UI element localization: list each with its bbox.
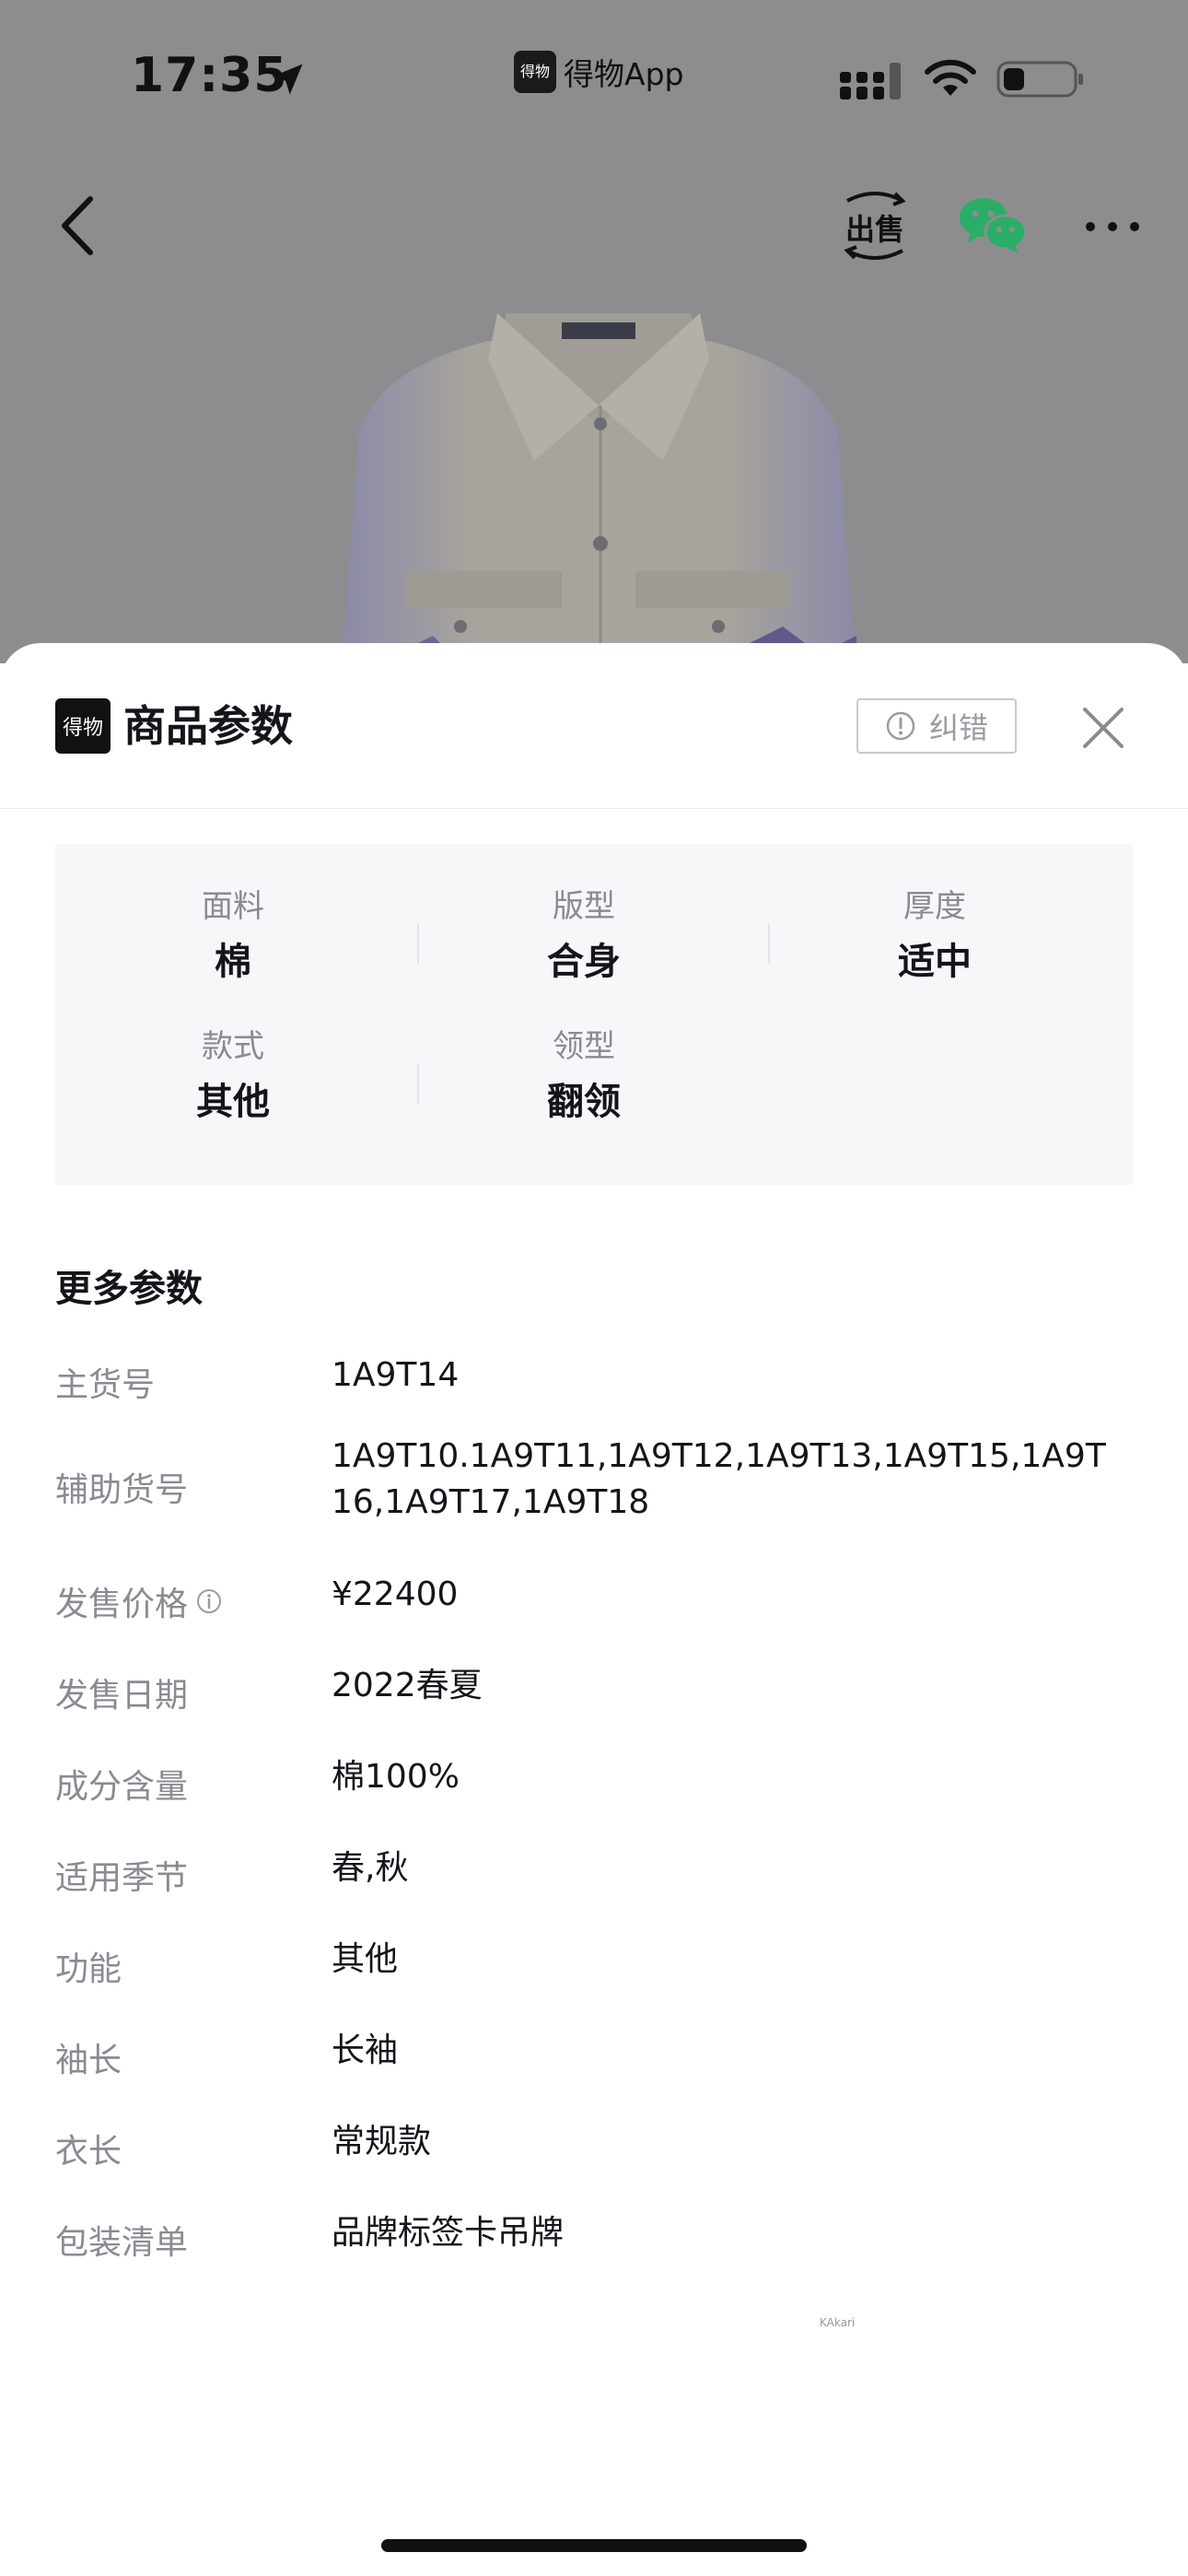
dewu-logo-icon: 得物 (55, 698, 111, 754)
param-label: 包装清单 (55, 2224, 189, 2262)
attribute-value: 翻领 (547, 1081, 621, 1123)
param-label: 袖长 (55, 2042, 122, 2079)
battery-icon (996, 61, 1083, 98)
param-value: 2022春夏 (332, 1667, 483, 1704)
attribute-value: 适中 (898, 941, 972, 983)
attribute-item: 领型 翻领 (408, 1025, 760, 1130)
more-options-icon[interactable] (1085, 221, 1140, 232)
param-value: 品牌标签卡吊牌 (332, 2214, 565, 2252)
attribute-value: 其他 (196, 1081, 270, 1123)
param-label: 衣长 (55, 2133, 122, 2171)
app-logo-icon: 得物 (514, 51, 556, 93)
attribute-label: 版型 (553, 888, 615, 925)
attribute-label: 领型 (553, 1028, 615, 1065)
param-value: 1A9T14 (332, 1356, 460, 1394)
param-value: 长袖 (332, 2032, 399, 2069)
alert-circle-icon (886, 711, 915, 741)
param-label: 适用季节 (55, 1859, 189, 1897)
param-label: 辅助货号 (55, 1471, 189, 1509)
sell-label: 出售 (844, 212, 904, 247)
attribute-item: 版型 合身 (408, 884, 760, 989)
sheet-title: 商品参数 (123, 701, 293, 751)
product-params-sheet: 得物 商品参数 纠错 面料 棉 版型 合身 厚度 适中 款式 其他 领型 翻领 … (0, 643, 1188, 2576)
more-params-title: 更多参数 (55, 1268, 203, 1310)
param-value: 棉100% (332, 1758, 460, 1796)
param-value: 其他 (332, 1940, 399, 1978)
watermark-text: KAkari (820, 2316, 856, 2329)
param-label: 成分含量 (55, 1768, 189, 1806)
sheet-header: 得物 商品参数 纠错 (0, 643, 1188, 809)
attribute-label: 厚度 (903, 888, 966, 925)
param-label[interactable]: 发售价格 (55, 1577, 223, 1625)
wifi-icon (925, 59, 976, 96)
attribute-label: 款式 (202, 1028, 264, 1065)
attribute-item: 款式 其他 (57, 1025, 409, 1130)
close-icon[interactable] (1079, 704, 1127, 752)
param-label: 主货号 (55, 1366, 156, 1404)
home-indicator[interactable] (381, 2539, 807, 2552)
top-bar: 出售 (0, 175, 1188, 276)
param-value: ¥22400 (332, 1575, 459, 1613)
info-icon[interactable] (195, 1587, 223, 1615)
report-error-label: 纠错 (928, 710, 988, 745)
product-image (342, 313, 856, 663)
param-label: 发售日期 (55, 1677, 189, 1715)
location-arrow-icon (272, 64, 303, 95)
app-name: 得物App (564, 56, 684, 92)
attribute-label: 面料 (202, 888, 264, 925)
attribute-value: 棉 (215, 941, 251, 983)
sell-button[interactable]: 出售 (838, 184, 912, 267)
attribute-value: 合身 (547, 941, 621, 983)
dimmed-backdrop[interactable]: 17:35 得物 得物App 出售 (0, 0, 1188, 663)
wechat-share-icon[interactable] (958, 195, 1028, 254)
cellular-signal-icon (840, 63, 901, 100)
status-time: 17:35 (131, 48, 288, 103)
report-error-button[interactable]: 纠错 (856, 698, 1017, 754)
param-value: 1A9T10.1A9T11,1A9T12,1A9T13,1A9T15,1A9T1… (332, 1437, 1106, 1521)
attribute-item: 面料 棉 (57, 884, 409, 989)
back-chevron-icon[interactable] (55, 193, 99, 258)
param-value: 春,秋 (332, 1849, 409, 1887)
status-bar: 17:35 得物 得物App (0, 0, 1188, 157)
key-attributes-panel: 面料 棉 版型 合身 厚度 适中 款式 其他 领型 翻领 (55, 844, 1133, 1185)
param-value: 常规款 (332, 2123, 432, 2160)
param-label: 功能 (55, 1950, 122, 1988)
attribute-item: 厚度 适中 (759, 884, 1111, 989)
app-chip: 得物 得物App (514, 50, 683, 94)
